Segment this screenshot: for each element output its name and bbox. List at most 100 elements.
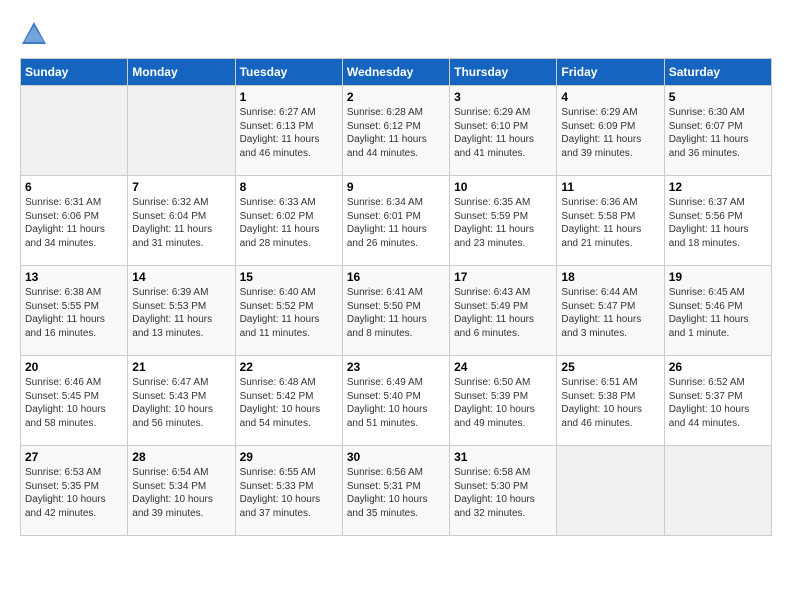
day-number: 31 xyxy=(454,450,552,464)
weekday-header: Friday xyxy=(557,59,664,86)
calendar-cell: 5Sunrise: 6:30 AMSunset: 6:07 PMDaylight… xyxy=(664,86,771,176)
day-number: 19 xyxy=(669,270,767,284)
day-number: 27 xyxy=(25,450,123,464)
logo-icon xyxy=(20,20,48,48)
calendar-cell: 3Sunrise: 6:29 AMSunset: 6:10 PMDaylight… xyxy=(450,86,557,176)
day-number: 25 xyxy=(561,360,659,374)
day-number: 8 xyxy=(240,180,338,194)
calendar-cell xyxy=(128,86,235,176)
calendar-cell: 8 Sunrise: 6:33 AMSunset: 6:02 PMDaylight… xyxy=(235,176,342,266)
day-number: 15 xyxy=(240,270,338,284)
calendar-week-row: 13 Sunrise: 6:38 AMSunset: 5:55 PMDayligh… xyxy=(21,266,772,356)
day-content: Sunrise: 6:34 AMSunset: 6:01 PMDaylight:… xyxy=(347,196,445,250)
page-header xyxy=(20,20,772,48)
day-content: Sunrise: 6:45 AMSunset: 5:46 PMDaylight:… xyxy=(669,286,767,340)
day-content: Sunrise: 6:55 AMSunset: 5:33 PMDaylight:… xyxy=(240,466,338,520)
day-number: 1 xyxy=(240,90,338,104)
weekday-header: Sunday xyxy=(21,59,128,86)
day-number: 20 xyxy=(25,360,123,374)
calendar-cell: 20Sunrise: 6:46 AMSunset: 5:45 PMDayligh… xyxy=(21,356,128,446)
calendar-cell: 15 Sunrise: 6:40 AMSunset: 5:52 PMDayligh… xyxy=(235,266,342,356)
calendar-cell: 28 Sunrise: 6:54 AMSunset: 5:34 PMDayligh… xyxy=(128,446,235,536)
day-number: 10 xyxy=(454,180,552,194)
day-content: Sunrise: 6:29 AMSunset: 6:09 PMDaylight:… xyxy=(561,106,659,160)
calendar-cell xyxy=(664,446,771,536)
day-number: 26 xyxy=(669,360,767,374)
calendar-cell: 22 Sunrise: 6:48 AMSunset: 5:42 PMDayligh… xyxy=(235,356,342,446)
calendar-cell: 6Sunrise: 6:31 AMSunset: 6:06 PMDaylight… xyxy=(21,176,128,266)
day-number: 24 xyxy=(454,360,552,374)
calendar-cell: 29 Sunrise: 6:55 AMSunset: 5:33 PMDayligh… xyxy=(235,446,342,536)
day-number: 13 xyxy=(25,270,123,284)
day-content: Sunrise: 6:38 AMSunset: 5:55 PMDaylight:… xyxy=(25,286,123,340)
day-number: 5 xyxy=(669,90,767,104)
calendar-cell: 14 Sunrise: 6:39 AMSunset: 5:53 PMDayligh… xyxy=(128,266,235,356)
calendar-cell: 31Sunrise: 6:58 AMSunset: 5:30 PMDayligh… xyxy=(450,446,557,536)
weekday-header: Tuesday xyxy=(235,59,342,86)
day-content: Sunrise: 6:49 AMSunset: 5:40 PMDaylight:… xyxy=(347,376,445,430)
day-content: Sunrise: 6:48 AMSunset: 5:42 PMDaylight:… xyxy=(240,376,338,430)
day-content: Sunrise: 6:32 AMSunset: 6:04 PMDaylight:… xyxy=(132,196,230,250)
day-content: Sunrise: 6:27 AMSunset: 6:13 PMDaylight:… xyxy=(240,106,338,160)
day-content: Sunrise: 6:53 AMSunset: 5:35 PMDaylight:… xyxy=(25,466,123,520)
calendar-week-row: 6Sunrise: 6:31 AMSunset: 6:06 PMDaylight… xyxy=(21,176,772,266)
day-content: Sunrise: 6:39 AMSunset: 5:53 PMDaylight:… xyxy=(132,286,230,340)
calendar-cell: 25 Sunrise: 6:51 AMSunset: 5:38 PMDayligh… xyxy=(557,356,664,446)
day-content: Sunrise: 6:51 AMSunset: 5:38 PMDaylight:… xyxy=(561,376,659,430)
calendar-cell: 12 Sunrise: 6:37 AMSunset: 5:56 PMDayligh… xyxy=(664,176,771,266)
day-number: 2 xyxy=(347,90,445,104)
day-number: 30 xyxy=(347,450,445,464)
calendar-cell: 26 Sunrise: 6:52 AMSunset: 5:37 PMDayligh… xyxy=(664,356,771,446)
day-number: 4 xyxy=(561,90,659,104)
day-number: 21 xyxy=(132,360,230,374)
weekday-header: Saturday xyxy=(664,59,771,86)
calendar-cell: 21 Sunrise: 6:47 AMSunset: 5:43 PMDayligh… xyxy=(128,356,235,446)
day-content: Sunrise: 6:37 AMSunset: 5:56 PMDaylight:… xyxy=(669,196,767,250)
day-content: Sunrise: 6:28 AMSunset: 6:12 PMDaylight:… xyxy=(347,106,445,160)
calendar-cell: 16Sunrise: 6:41 AMSunset: 5:50 PMDayligh… xyxy=(342,266,449,356)
weekday-header: Monday xyxy=(128,59,235,86)
calendar-cell: 13 Sunrise: 6:38 AMSunset: 5:55 PMDayligh… xyxy=(21,266,128,356)
day-content: Sunrise: 6:54 AMSunset: 5:34 PMDaylight:… xyxy=(132,466,230,520)
calendar-cell: 27 Sunrise: 6:53 AMSunset: 5:35 PMDayligh… xyxy=(21,446,128,536)
day-content: Sunrise: 6:29 AMSunset: 6:10 PMDaylight:… xyxy=(454,106,552,160)
weekday-header: Wednesday xyxy=(342,59,449,86)
day-content: Sunrise: 6:50 AMSunset: 5:39 PMDaylight:… xyxy=(454,376,552,430)
day-number: 9 xyxy=(347,180,445,194)
day-number: 14 xyxy=(132,270,230,284)
day-number: 7 xyxy=(132,180,230,194)
day-content: Sunrise: 6:41 AMSunset: 5:50 PMDaylight:… xyxy=(347,286,445,340)
calendar-cell xyxy=(557,446,664,536)
day-number: 6 xyxy=(25,180,123,194)
calendar-cell: 4 Sunrise: 6:29 AMSunset: 6:09 PMDaylight… xyxy=(557,86,664,176)
calendar-week-row: 27 Sunrise: 6:53 AMSunset: 5:35 PMDayligh… xyxy=(21,446,772,536)
day-number: 29 xyxy=(240,450,338,464)
day-content: Sunrise: 6:36 AMSunset: 5:58 PMDaylight:… xyxy=(561,196,659,250)
day-content: Sunrise: 6:44 AMSunset: 5:47 PMDaylight:… xyxy=(561,286,659,340)
calendar-table: SundayMondayTuesdayWednesdayThursdayFrid… xyxy=(20,58,772,536)
day-content: Sunrise: 6:52 AMSunset: 5:37 PMDaylight:… xyxy=(669,376,767,430)
calendar-cell: 10Sunrise: 6:35 AMSunset: 5:59 PMDayligh… xyxy=(450,176,557,266)
calendar-cell: 23 Sunrise: 6:49 AMSunset: 5:40 PMDayligh… xyxy=(342,356,449,446)
calendar-cell: 11 Sunrise: 6:36 AMSunset: 5:58 PMDayligh… xyxy=(557,176,664,266)
calendar-cell: 2 Sunrise: 6:28 AMSunset: 6:12 PMDaylight… xyxy=(342,86,449,176)
header-row: SundayMondayTuesdayWednesdayThursdayFrid… xyxy=(21,59,772,86)
calendar-cell: 17Sunrise: 6:43 AMSunset: 5:49 PMDayligh… xyxy=(450,266,557,356)
calendar-cell: 7 Sunrise: 6:32 AMSunset: 6:04 PMDaylight… xyxy=(128,176,235,266)
day-number: 28 xyxy=(132,450,230,464)
day-content: Sunrise: 6:47 AMSunset: 5:43 PMDaylight:… xyxy=(132,376,230,430)
calendar-cell: 19 Sunrise: 6:45 AMSunset: 5:46 PMDayligh… xyxy=(664,266,771,356)
day-content: Sunrise: 6:40 AMSunset: 5:52 PMDaylight:… xyxy=(240,286,338,340)
weekday-header: Thursday xyxy=(450,59,557,86)
day-content: Sunrise: 6:33 AMSunset: 6:02 PMDaylight:… xyxy=(240,196,338,250)
calendar-cell: 18Sunrise: 6:44 AMSunset: 5:47 PMDayligh… xyxy=(557,266,664,356)
calendar-week-row: 1 Sunrise: 6:27 AMSunset: 6:13 PMDaylight… xyxy=(21,86,772,176)
calendar-week-row: 20Sunrise: 6:46 AMSunset: 5:45 PMDayligh… xyxy=(21,356,772,446)
calendar-cell: 9 Sunrise: 6:34 AMSunset: 6:01 PMDaylight… xyxy=(342,176,449,266)
day-number: 23 xyxy=(347,360,445,374)
day-number: 22 xyxy=(240,360,338,374)
logo xyxy=(20,20,52,48)
day-number: 11 xyxy=(561,180,659,194)
calendar-cell: 30Sunrise: 6:56 AMSunset: 5:31 PMDayligh… xyxy=(342,446,449,536)
day-number: 12 xyxy=(669,180,767,194)
